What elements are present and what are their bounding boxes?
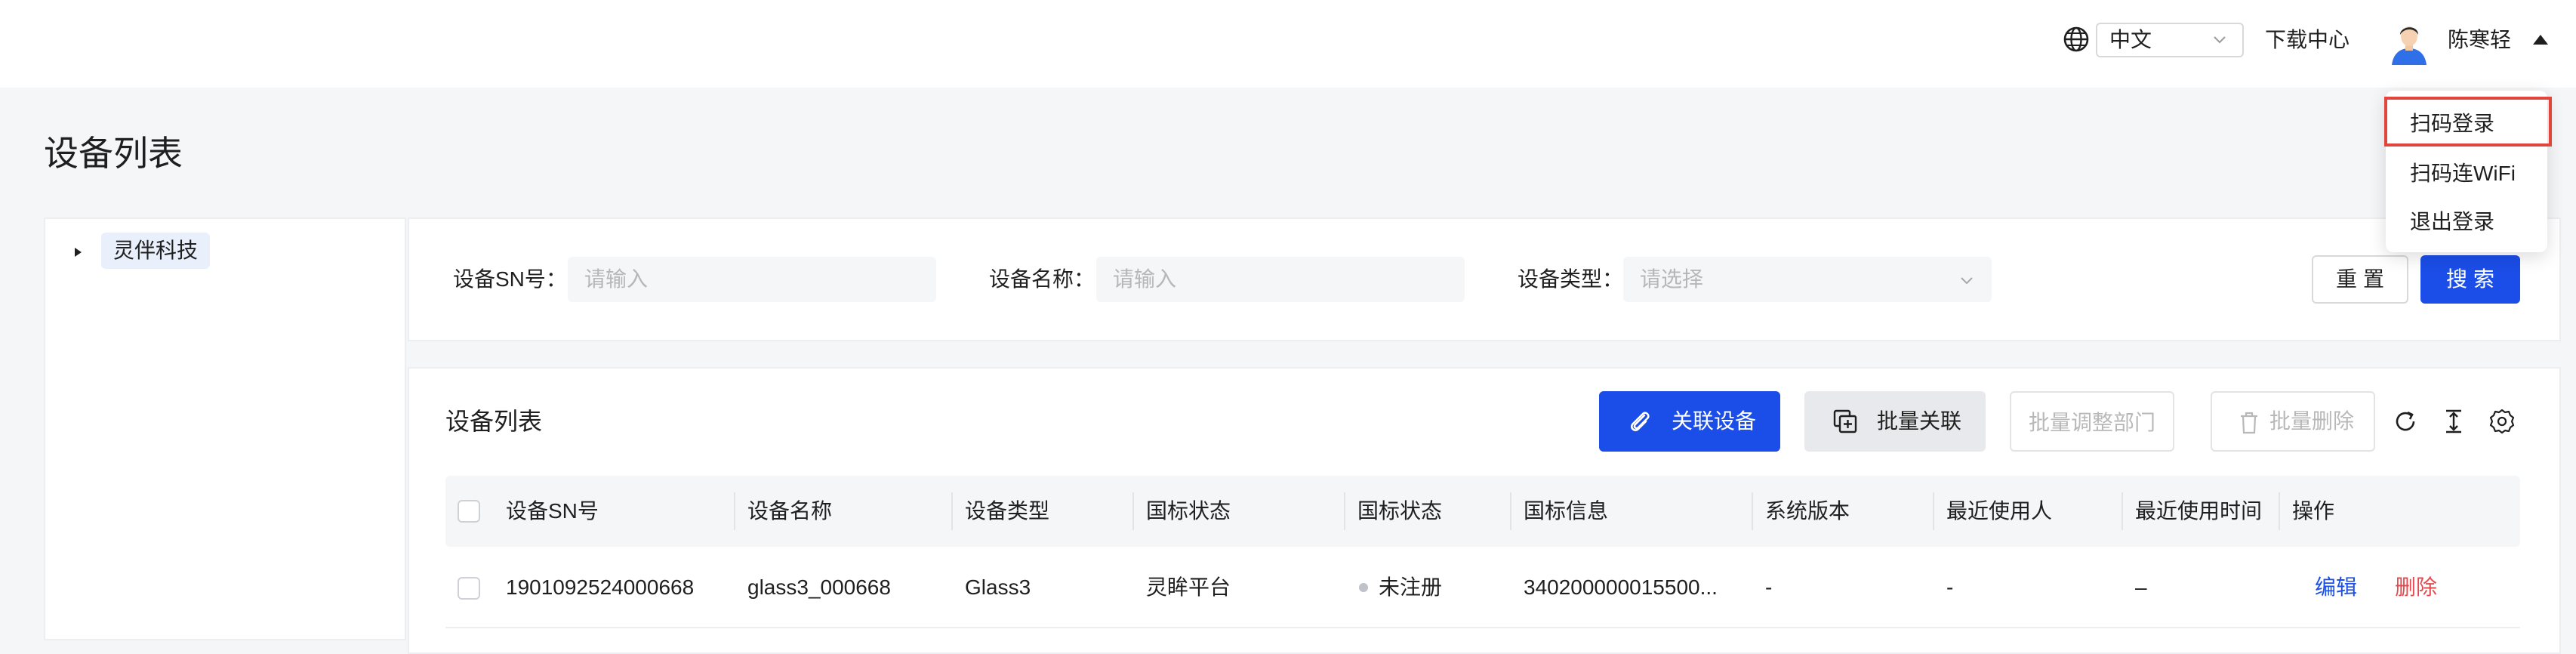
batch-delete-label: 批量删除 xyxy=(2269,409,2355,433)
cell-type: Glass3 xyxy=(965,575,1031,599)
column-divider xyxy=(2122,492,2123,530)
settings-icon[interactable] xyxy=(2488,408,2516,435)
delete-link[interactable]: 删除 xyxy=(2395,556,2437,619)
menu-item-logout[interactable]: 退出登录 xyxy=(2410,202,2494,242)
cell-sn: 1901092524000668 xyxy=(506,575,695,599)
highlight-box xyxy=(2384,97,2552,147)
paperclip-icon xyxy=(1631,412,1650,431)
cell-name: glass3_000668 xyxy=(747,575,891,599)
menu-item-scan-wifi[interactable]: 扫码连WiFi xyxy=(2410,154,2516,193)
device-name-label: 设备名称： xyxy=(989,267,1095,291)
column-header: 国标状态 xyxy=(1357,499,1443,523)
sn-label: 设备SN号： xyxy=(453,267,567,291)
link-device-button[interactable]: 关联设备 xyxy=(1599,391,1780,452)
avatar[interactable] xyxy=(2386,18,2433,65)
cell-last-user: - xyxy=(1946,575,1954,599)
column-divider xyxy=(2279,492,2280,530)
column-header: 最近使用时间 xyxy=(2135,499,2263,523)
list-title: 设备列表 xyxy=(445,408,543,435)
edit-link[interactable]: 编辑 xyxy=(2315,556,2357,619)
chevron-down-icon xyxy=(2214,36,2226,44)
column-divider xyxy=(1510,492,1511,530)
column-divider xyxy=(734,492,735,530)
link-device-label: 关联设备 xyxy=(1672,409,1757,433)
tree-node-company[interactable]: 灵伴科技 xyxy=(101,233,211,269)
batch-link-button[interactable]: 批量关联 xyxy=(1804,391,1986,452)
department-tree-panel xyxy=(44,217,406,640)
row-divider xyxy=(445,627,2520,628)
cell-gb-status: 未注册 xyxy=(1379,575,1443,599)
column-header: 最近使用人 xyxy=(1946,499,2053,523)
column-header: 系统版本 xyxy=(1765,499,1850,523)
caret-right-icon[interactable] xyxy=(72,246,83,258)
column-header: 国标信息 xyxy=(1524,499,1609,523)
column-header: 设备名称 xyxy=(747,499,833,523)
trash-icon xyxy=(2241,412,2257,434)
column-divider xyxy=(951,492,953,530)
column-header: 设备类型 xyxy=(965,499,1050,523)
row-checkbox[interactable] xyxy=(458,577,480,600)
caret-up-icon[interactable] xyxy=(2532,33,2549,45)
chevron-down-icon xyxy=(1961,277,1973,285)
column-header: 国标状态 xyxy=(1146,499,1231,523)
sn-input[interactable]: 请输入 xyxy=(568,257,936,302)
refresh-icon[interactable] xyxy=(2392,408,2419,435)
batch-adjust-dept-button[interactable]: 批量调整部门 xyxy=(2010,391,2174,452)
page-title: 设备列表 xyxy=(44,134,183,173)
add-box-icon xyxy=(1833,409,1857,433)
column-divider xyxy=(1933,492,1934,530)
column-divider xyxy=(1752,492,1753,530)
reset-button[interactable]: 重置 xyxy=(2312,255,2408,304)
status-dot xyxy=(1359,583,1368,592)
device-type-select[interactable]: 请选择 xyxy=(1623,257,1992,302)
batch-delete-button[interactable]: 批量删除 xyxy=(2211,391,2375,452)
username[interactable]: 陈寒轻 xyxy=(2448,23,2511,57)
column-divider xyxy=(1344,492,1345,530)
cell-last-time: – xyxy=(2135,575,2147,599)
device-type-label: 设备类型： xyxy=(1518,267,1624,291)
language-select-value: 中文 xyxy=(2109,28,2152,51)
cell-gb-info: 340200000015500... xyxy=(1524,575,1718,599)
column-header: 设备SN号 xyxy=(506,499,599,523)
column-header: 操作 xyxy=(2292,499,2335,523)
cell-gb-platform: 灵眸平台 xyxy=(1146,575,1231,599)
column-height-icon[interactable] xyxy=(2440,408,2467,435)
globe-icon[interactable] xyxy=(2063,26,2090,53)
select-all-checkbox[interactable] xyxy=(458,500,480,523)
column-divider xyxy=(1132,492,1134,530)
search-button[interactable]: 搜索 xyxy=(2420,255,2520,304)
device-name-input[interactable]: 请输入 xyxy=(1096,257,1465,302)
batch-link-label: 批量关联 xyxy=(1877,409,1962,433)
download-center-link[interactable]: 下载中心 xyxy=(2265,23,2350,57)
cell-version: - xyxy=(1765,575,1773,599)
